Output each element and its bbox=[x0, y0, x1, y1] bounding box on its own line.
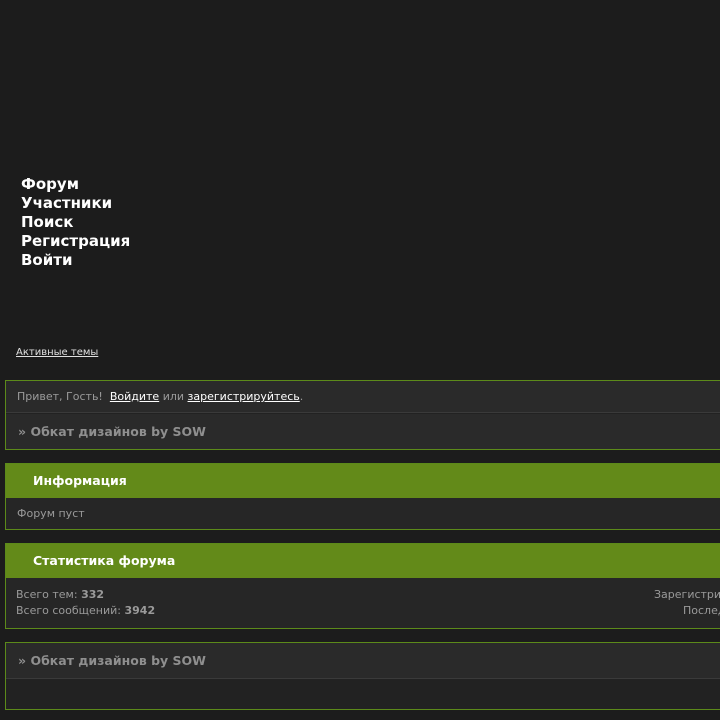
info-panel: Информация Форум пуст bbox=[5, 463, 720, 530]
active-topics-link[interactable]: Активные темы bbox=[16, 347, 98, 358]
breadcrumb-arrow: » bbox=[18, 424, 27, 439]
nav-item-members[interactable]: Участники bbox=[21, 194, 130, 213]
stat-last-label: Послед bbox=[683, 604, 720, 617]
nav-item-register[interactable]: Регистрация bbox=[21, 232, 130, 251]
stat-posts-value: 3942 bbox=[124, 604, 156, 617]
footer-breadcrumb: » Обкат дизайнов by SOW bbox=[6, 643, 720, 679]
register-link[interactable]: зарегистрируйтесь bbox=[188, 390, 300, 403]
stat-topics: Всего тем: 332 bbox=[16, 587, 104, 603]
welcome-bar: Привет, Гость! Войдите или зарегистрируй… bbox=[6, 381, 720, 413]
footer-panel: » Обкат дизайнов by SOW bbox=[5, 642, 720, 710]
breadcrumb: » Обкат дизайнов by SOW bbox=[6, 414, 720, 449]
info-text: Форум пуст bbox=[6, 498, 720, 529]
stat-posts: Всего сообщений: 3942 bbox=[16, 603, 155, 619]
stats-heading: Статистика форума bbox=[6, 544, 720, 578]
nav-item-forum[interactable]: Форум bbox=[21, 175, 130, 194]
login-link[interactable]: Войдите bbox=[110, 390, 159, 403]
footer-breadcrumb-arrow: » bbox=[18, 653, 27, 668]
info-heading: Информация bbox=[6, 464, 720, 498]
stat-topics-value: 332 bbox=[81, 588, 105, 601]
nav-item-login[interactable]: Войти bbox=[21, 251, 130, 270]
forum-page: Форум Участники Поиск Регистрация Войти … bbox=[0, 0, 720, 720]
period-text: . bbox=[299, 390, 304, 403]
main-nav: Форум Участники Поиск Регистрация Войти bbox=[21, 175, 130, 270]
stat-registered-label: Зарегистри bbox=[654, 588, 720, 601]
stat-posts-label: Всего сообщений: bbox=[16, 604, 121, 617]
stat-topics-label: Всего тем: bbox=[16, 588, 78, 601]
greeting-text: Привет, Гость! bbox=[17, 390, 103, 403]
stats-body: Всего тем: 332 Всего сообщений: 3942 Зар… bbox=[6, 578, 720, 628]
nav-item-search[interactable]: Поиск bbox=[21, 213, 130, 232]
footer-breadcrumb-forum-link[interactable]: Обкат дизайнов by SOW bbox=[30, 653, 206, 668]
welcome-panel: Привет, Гость! Войдите или зарегистрируй… bbox=[5, 380, 720, 450]
stats-panel: Статистика форума Всего тем: 332 Всего с… bbox=[5, 543, 720, 629]
breadcrumb-forum-link[interactable]: Обкат дизайнов by SOW bbox=[30, 424, 206, 439]
or-text: или bbox=[162, 390, 185, 403]
